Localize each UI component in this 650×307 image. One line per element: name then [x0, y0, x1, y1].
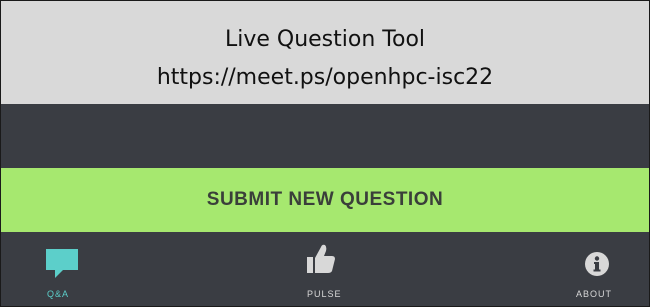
- banner-title: Live Question Tool: [224, 27, 426, 52]
- tab-about-label: ABOUT: [576, 289, 613, 299]
- tab-qa[interactable]: Q&A: [1, 232, 217, 306]
- header-bar: [1, 104, 649, 168]
- app-frame: Live Question Tool https://meet.ps/openh…: [0, 0, 650, 307]
- submit-new-question-button[interactable]: SUBMIT NEW QUESTION: [1, 168, 649, 232]
- tab-pulse[interactable]: PULSE: [217, 232, 433, 306]
- bottom-tab-bar: Q&A PULSE ABOUT: [1, 232, 649, 306]
- tab-qa-label: Q&A: [47, 289, 70, 299]
- info-icon: [585, 252, 609, 276]
- speech-bubble-icon: [46, 249, 78, 278]
- info-banner: Live Question Tool https://meet.ps/openh…: [1, 1, 649, 104]
- thumbs-up-icon: [307, 244, 335, 273]
- tab-about[interactable]: ABOUT: [433, 232, 649, 306]
- banner-url[interactable]: https://meet.ps/openhpc-isc22: [1, 64, 649, 92]
- tab-pulse-label: PULSE: [307, 289, 342, 299]
